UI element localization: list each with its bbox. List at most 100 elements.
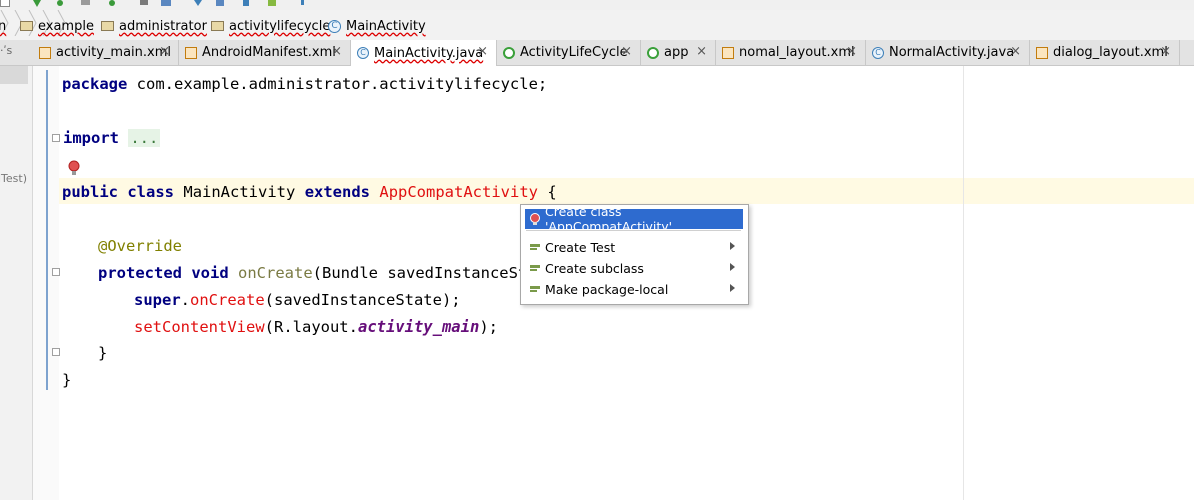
close-icon[interactable]: × xyxy=(1160,44,1171,59)
submenu-arrow-icon xyxy=(730,284,735,292)
tab-mainactivity-java[interactable]: C MainActivity.java × xyxy=(351,40,497,66)
keyword: void xyxy=(191,264,229,282)
method-call: setContentView xyxy=(134,318,265,336)
breadcrumb-item-mainactivity[interactable]: C MainActivity xyxy=(328,15,426,37)
tab-androidmanifest-xml[interactable]: AndroidManifest.xml × xyxy=(179,40,351,65)
fold-method-end-icon[interactable] xyxy=(52,348,60,356)
unresolved-symbol[interactable]: AppCompatActivity xyxy=(379,183,538,201)
create-class-action[interactable]: Create class 'AppCompatActivity' xyxy=(525,204,743,234)
tab-dialog-layout-xml[interactable]: dialog_layout.xml × xyxy=(1030,40,1180,65)
fold-import-icon[interactable] xyxy=(52,134,60,142)
tab-activitylifecycle[interactable]: ActivityLifeCycle × xyxy=(497,40,641,65)
avd-manager-icon[interactable] xyxy=(214,0,226,8)
left-tool-strip: lTest) xyxy=(0,66,33,500)
breadcrumb-item-administrator[interactable]: administrator xyxy=(101,15,207,37)
call-end: ); xyxy=(479,318,498,336)
tab-label: app xyxy=(664,45,689,60)
tab-label: dialog_layout.xml xyxy=(1053,45,1168,60)
code-line-setcontentview[interactable]: setContentView(R.layout.activity_main); xyxy=(134,317,498,337)
tab-overflow-icon[interactable]: ·ʹs xyxy=(0,44,30,60)
popup-item-label: Make package-local xyxy=(545,281,669,297)
close-icon[interactable]: × xyxy=(1010,44,1021,59)
breadcrumb: n example administrator activitylifecycl… xyxy=(0,9,1194,41)
popup-item-label: Create Test xyxy=(545,239,616,255)
method-call: onCreate xyxy=(190,291,265,309)
code-line-class-declaration[interactable]: public class MainActivity extends AppCom… xyxy=(62,182,557,202)
code-line-class-close[interactable]: } xyxy=(62,370,71,390)
tab-app[interactable]: app × xyxy=(641,40,716,65)
main-toolbar xyxy=(0,0,1194,10)
keyword: protected xyxy=(98,264,182,282)
intention-actions-popup: Create class 'AppCompatActivity' Create … xyxy=(520,204,749,305)
breadcrumb-label: example xyxy=(38,18,94,34)
layout-field: activity_main xyxy=(357,318,480,336)
tab-nomal-layout-xml[interactable]: nomal_layout.xml × xyxy=(716,40,866,65)
keyword: super xyxy=(134,291,181,309)
right-margin-guide xyxy=(963,66,964,500)
keyword: class xyxy=(127,183,175,201)
sync-icon[interactable] xyxy=(106,0,118,8)
class-name: MainActivity xyxy=(183,183,296,201)
help-icon[interactable] xyxy=(299,0,307,8)
tab-activity-main-xml[interactable]: activity_main.xml × xyxy=(33,40,179,65)
structure-icon[interactable] xyxy=(160,0,172,8)
download-icon[interactable] xyxy=(192,0,204,8)
submenu-arrow-icon xyxy=(730,263,735,271)
breadcrumb-item-n[interactable]: n xyxy=(0,15,6,37)
close-icon[interactable]: × xyxy=(846,44,857,59)
lightbulb-error-icon[interactable] xyxy=(68,160,80,176)
tool-window-button[interactable] xyxy=(0,66,28,84)
run-config-label: lTest) xyxy=(0,172,28,185)
fold-method-start-icon[interactable] xyxy=(52,268,60,276)
attach-debugger-icon[interactable] xyxy=(80,0,92,8)
keyword: package xyxy=(62,75,128,93)
run-icon[interactable] xyxy=(32,0,42,8)
xml-file-icon xyxy=(722,46,734,59)
export-icon[interactable] xyxy=(240,0,252,8)
xml-file-icon xyxy=(185,46,197,59)
close-icon[interactable]: × xyxy=(477,44,488,59)
tab-label: activity_main.xml xyxy=(56,45,172,60)
tab-label: AndroidManifest.xml xyxy=(202,45,336,60)
android-module-icon xyxy=(647,46,659,59)
breadcrumb-item-activitylifecycle[interactable]: activitylifecycle xyxy=(211,15,330,37)
annotation: @Override xyxy=(98,237,182,255)
java-class-icon: C xyxy=(357,47,369,59)
package-folder-icon xyxy=(211,21,224,31)
close-icon[interactable]: × xyxy=(621,44,632,59)
breadcrumb-item-example[interactable]: example xyxy=(20,15,94,37)
close-icon[interactable]: × xyxy=(331,44,342,59)
close-icon[interactable]: × xyxy=(159,44,170,59)
xml-file-icon xyxy=(1036,46,1048,59)
tab-label: nomal_layout.xml xyxy=(739,45,855,60)
tab-normalactivity-java[interactable]: C NormalActivity.java × xyxy=(866,40,1030,65)
breadcrumb-label: MainActivity xyxy=(346,18,426,34)
code-line-import[interactable]: import ... xyxy=(63,128,161,148)
tab-label: NormalActivity.java xyxy=(889,45,1015,60)
code-line-annotation[interactable]: @Override xyxy=(98,236,182,256)
breadcrumb-label: administrator xyxy=(119,18,207,34)
popup-divider xyxy=(526,230,741,231)
make-package-local-action[interactable]: Make package-local xyxy=(525,279,743,299)
toolbar-dropdown[interactable] xyxy=(0,0,10,7)
folded-imports[interactable]: ... xyxy=(128,129,161,147)
create-subclass-action[interactable]: Create subclass xyxy=(525,258,743,278)
submenu-arrow-icon xyxy=(730,242,735,250)
code-line-super-call[interactable]: super.onCreate(savedInstanceState); xyxy=(134,290,461,310)
close-icon[interactable]: × xyxy=(696,44,707,59)
debug-icon[interactable] xyxy=(54,0,66,8)
xml-file-icon xyxy=(39,46,51,59)
java-class-icon: C xyxy=(872,46,884,59)
code-line-method-declaration[interactable]: protected void onCreate(Bundle savedInst… xyxy=(98,263,527,283)
create-test-action[interactable]: Create Test xyxy=(525,237,743,257)
code-line-package[interactable]: package com.example.administrator.activi… xyxy=(62,74,547,94)
dot: . xyxy=(180,291,191,309)
android-icon[interactable] xyxy=(266,0,278,8)
code-line-method-close[interactable]: } xyxy=(98,343,107,363)
sdk-manager-icon[interactable] xyxy=(138,0,150,8)
android-module-icon xyxy=(503,46,515,59)
vcs-change-marker[interactable] xyxy=(46,70,48,390)
pencil-icon xyxy=(530,286,540,292)
package-folder-icon xyxy=(101,21,114,31)
method-name: onCreate xyxy=(238,264,313,282)
